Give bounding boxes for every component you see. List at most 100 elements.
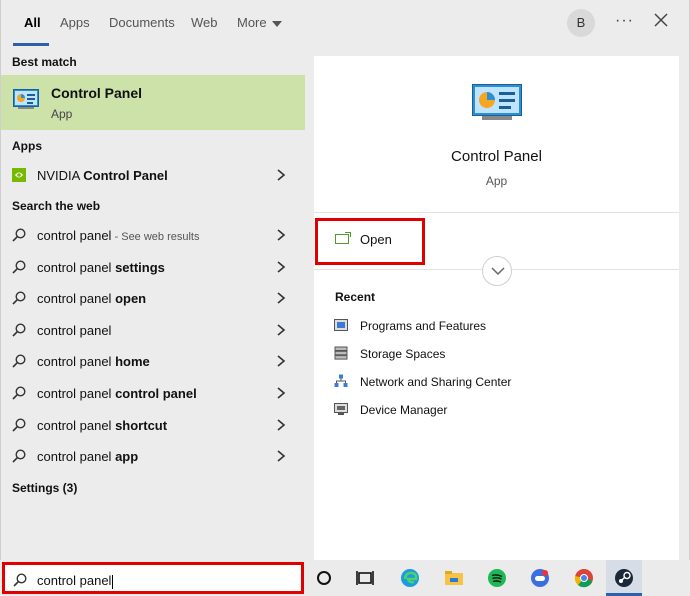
best-match-title: Control Panel (51, 85, 143, 101)
game-app-icon[interactable] (530, 568, 550, 588)
recent-item[interactable]: Network and Sharing Center (334, 371, 634, 393)
chevron-right-icon[interactable] (276, 449, 286, 463)
edge-icon[interactable] (400, 568, 420, 588)
chevron-down-icon (491, 267, 505, 276)
chevron-right-icon[interactable] (276, 323, 286, 337)
search-icon (12, 449, 26, 463)
search-icon (13, 573, 27, 587)
preview-pane: Control Panel App Open Recent Programs a… (314, 56, 679, 560)
chevron-right-icon[interactable] (276, 260, 286, 274)
spotify-icon[interactable] (487, 568, 507, 588)
web-result-bold: settings (115, 260, 165, 275)
search-web-heading: Search the web (12, 199, 101, 213)
web-result-item[interactable]: control panel open (1, 283, 305, 313)
tab-documents[interactable]: Documents (109, 15, 175, 30)
web-result-label: control panel app (37, 449, 138, 464)
tab-apps[interactable]: Apps (60, 15, 90, 30)
web-result-label: control panel home (37, 354, 150, 369)
search-icon (12, 323, 26, 337)
tab-all[interactable]: All (24, 15, 41, 30)
filter-tabs: All Apps Documents Web More B ··· (1, 0, 690, 46)
chevron-right-icon[interactable] (276, 354, 286, 368)
chevron-right-icon[interactable] (276, 418, 286, 432)
results-list: Best match Control Panel App Apps NVIDIA… (1, 46, 305, 560)
web-result-prefix: control panel (37, 449, 116, 464)
cortana-icon[interactable] (314, 568, 334, 588)
recent-item-label: Storage Spaces (360, 347, 446, 361)
web-result-bold: home (115, 354, 150, 369)
open-highlight-box (315, 218, 425, 265)
file-explorer-icon[interactable] (444, 568, 464, 588)
search-icon (12, 260, 26, 274)
chevron-right-icon[interactable] (276, 228, 286, 242)
chevron-right-icon[interactable] (276, 291, 286, 305)
avatar[interactable]: B (567, 9, 595, 37)
preview-subtitle: App (485, 174, 508, 188)
device-manager-icon (334, 403, 348, 415)
divider (314, 212, 679, 213)
web-result-bold: control panel (115, 386, 197, 401)
steam-icon[interactable] (614, 568, 634, 588)
search-icon (12, 386, 26, 400)
network-center-icon (334, 374, 348, 387)
expand-button[interactable] (482, 256, 512, 286)
taskbar: control panel (0, 560, 690, 596)
control-panel-icon (13, 89, 39, 109)
preview-title: Control Panel (451, 148, 542, 165)
web-result-prefix: control panel (37, 228, 112, 243)
web-result-item[interactable]: control panel settings (1, 252, 305, 282)
recent-item[interactable]: Device Manager (334, 399, 634, 421)
settings-heading[interactable]: Settings (3) (12, 481, 77, 495)
web-result-item[interactable]: control panel home (1, 346, 305, 376)
tab-web[interactable]: Web (191, 15, 218, 30)
chevron-down-icon (271, 20, 282, 27)
search-input[interactable]: control panel (2, 562, 304, 594)
tab-more[interactable]: More (237, 15, 282, 30)
recent-item-label: Programs and Features (360, 319, 487, 333)
web-result-item[interactable]: control panel app (1, 441, 305, 471)
web-result-prefix: control panel (37, 260, 116, 275)
chrome-icon[interactable] (574, 568, 594, 588)
tab-more-label: More (237, 15, 267, 30)
recent-item[interactable]: Programs and Features (334, 315, 634, 337)
web-result-prefix: control panel (37, 418, 116, 433)
web-result-label: control panel (37, 323, 111, 338)
recent-item[interactable]: Storage Spaces (334, 343, 634, 365)
web-result-bold: app (115, 449, 139, 464)
web-result-bold: open (115, 291, 147, 306)
recent-heading: Recent (335, 290, 376, 304)
nvidia-icon (12, 168, 26, 182)
search-icon (12, 228, 26, 242)
recent-item-label: Device Manager (360, 403, 448, 417)
app-result-item[interactable]: NVIDIA Control Panel (1, 160, 305, 190)
web-result-prefix: control panel (37, 291, 116, 306)
app-result-bold: Control Panel (83, 168, 168, 183)
search-icon (12, 418, 26, 432)
web-result-label: control panel open (37, 291, 146, 306)
programs-features-icon (334, 319, 348, 331)
web-result-label: control panel control panel (37, 386, 197, 401)
app-result-label: NVIDIA Control Panel (37, 168, 168, 183)
best-match-subtitle: App (51, 107, 73, 121)
web-result-suffix: - See web results (111, 231, 200, 243)
best-match-heading: Best match (12, 55, 77, 69)
task-view-icon[interactable] (355, 568, 375, 588)
search-query: control panel (37, 573, 114, 589)
app-result-prefix: NVIDIA (37, 168, 84, 183)
web-result-item[interactable]: control panel control panel (1, 378, 305, 408)
search-icon (12, 354, 26, 368)
web-result-item[interactable]: control panel shortcut (1, 410, 305, 440)
close-icon[interactable] (653, 12, 669, 28)
more-options-button[interactable]: ··· (615, 12, 634, 30)
web-result-prefix: control panel (37, 354, 116, 369)
web-result-item[interactable]: control panel - See web results (1, 220, 305, 250)
best-match-item[interactable]: Control Panel App (1, 75, 305, 130)
web-result-item[interactable]: control panel (1, 315, 305, 345)
chevron-right-icon[interactable] (276, 386, 286, 400)
web-result-bold: shortcut (115, 418, 168, 433)
web-result-prefix: control panel (37, 386, 116, 401)
web-result-prefix: control panel (37, 323, 112, 338)
text-caret (112, 574, 114, 589)
search-query-text: control panel (37, 573, 112, 588)
chevron-right-icon[interactable] (276, 168, 286, 182)
